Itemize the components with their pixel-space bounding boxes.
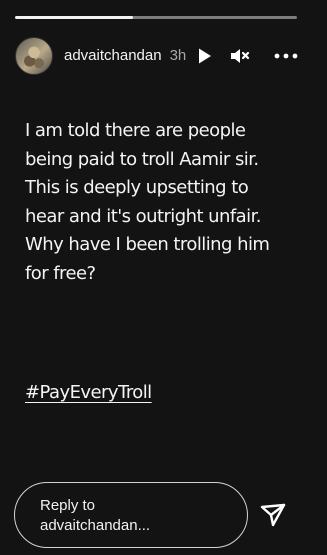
avatar[interactable] xyxy=(15,37,53,75)
send-icon[interactable] xyxy=(257,499,289,531)
story-progress-bar xyxy=(15,16,297,19)
story-header: advaitchandan 3h xyxy=(15,33,327,79)
reply-input[interactable]: Reply to advaitchandan... xyxy=(14,482,248,548)
story-message: I am told there are people being paid to… xyxy=(25,120,270,284)
speaker-muted-icon[interactable] xyxy=(228,44,252,68)
username[interactable]: advaitchandan xyxy=(64,47,162,65)
instagram-story-viewer: advaitchandan 3h I am told there are peo… xyxy=(0,0,327,555)
story-timestamp: 3h xyxy=(169,47,187,64)
more-options-icon[interactable] xyxy=(272,44,300,68)
story-progress-fill xyxy=(15,16,134,19)
hashtag-link[interactable]: #PayEveryTroll xyxy=(25,379,152,407)
play-icon[interactable] xyxy=(193,44,217,68)
